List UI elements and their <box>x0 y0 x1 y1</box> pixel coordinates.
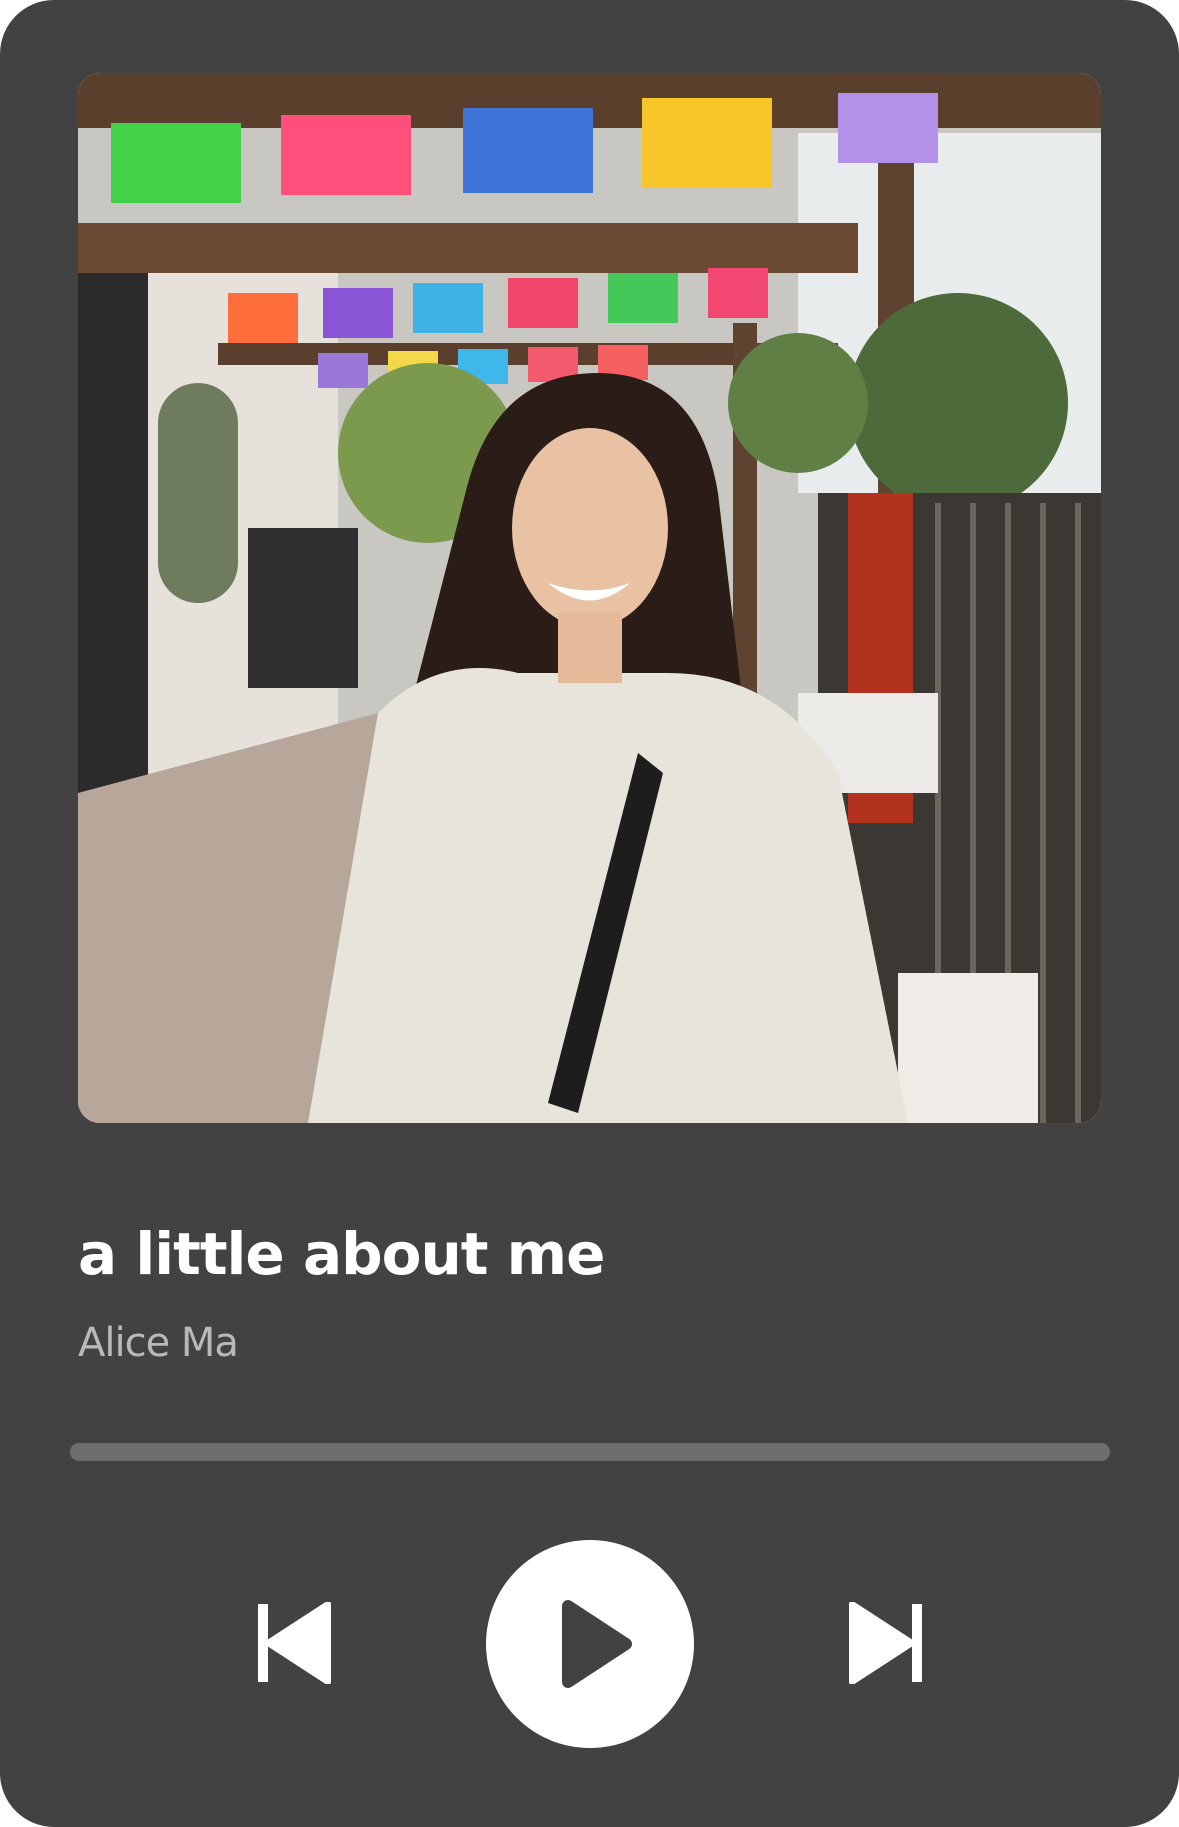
previous-track-button[interactable] <box>252 1602 334 1684</box>
progress-bar[interactable] <box>70 1443 1110 1461</box>
artwork-photo-illustration <box>78 73 1101 1123</box>
album-artwork <box>78 73 1101 1123</box>
next-track-button[interactable] <box>846 1602 928 1684</box>
skip-next-icon <box>849 1602 922 1684</box>
track-title: a little about me <box>78 1220 605 1288</box>
play-button[interactable] <box>486 1540 694 1748</box>
play-icon <box>562 1600 632 1688</box>
track-artist: Alice Ma <box>78 1320 239 1366</box>
skip-previous-icon <box>258 1602 331 1684</box>
music-player-card: a little about me Alice Ma <box>0 0 1179 1827</box>
